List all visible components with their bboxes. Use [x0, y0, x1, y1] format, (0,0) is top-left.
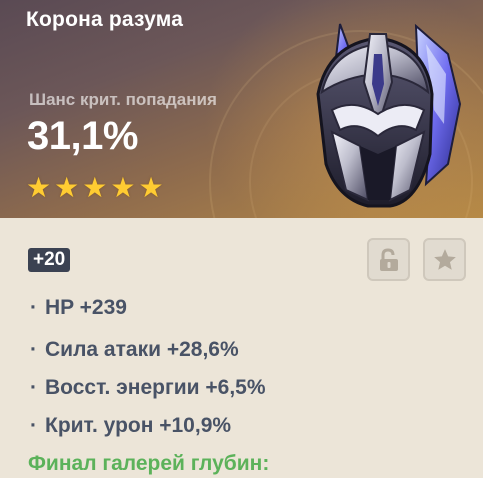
substat-text: Восст. энергии +6,5% [45, 376, 266, 399]
rarity-star-icon: ★ [54, 172, 80, 203]
bullet: · [30, 376, 37, 399]
substat-item: · Крит. урон +10,9% [30, 414, 231, 438]
level-badge: +20 [28, 248, 71, 272]
bullet: · [30, 296, 37, 319]
substat-item: · Восст. энергии +6,5% [30, 376, 266, 400]
helmet-artifact-icon [316, 23, 462, 208]
artifact-set-name: Финал галерей глубин: [28, 452, 270, 475]
bullet: · [30, 338, 37, 361]
rarity-star-icon: ★ [82, 172, 108, 203]
favorite-button[interactable] [423, 238, 466, 281]
substat-text: Сила атаки +28,6% [45, 338, 239, 361]
rarity-stars: ★ ★ ★ ★ ★ [26, 174, 164, 202]
bullet: · [30, 414, 37, 437]
substat-item: · Сила атаки +28,6% [30, 338, 239, 362]
artifact-header: Корона разума Шанс крит. попадания 31,1%… [0, 0, 483, 218]
rarity-star-icon: ★ [138, 172, 164, 203]
substat-text: Крит. урон +10,9% [45, 414, 232, 437]
substat-item: · HP +239 [30, 296, 127, 320]
lock-button[interactable] [367, 238, 410, 281]
artifact-name: Корона разума [26, 8, 184, 31]
rarity-star-icon: ★ [26, 172, 52, 203]
main-stat-value: 31,1% [27, 114, 138, 158]
main-stat-label: Шанс крит. попадания [29, 90, 217, 109]
unlocked-padlock-icon [379, 247, 398, 271]
star-icon [433, 248, 456, 270]
substat-text: HP +239 [45, 296, 127, 319]
rarity-star-icon: ★ [110, 172, 136, 203]
